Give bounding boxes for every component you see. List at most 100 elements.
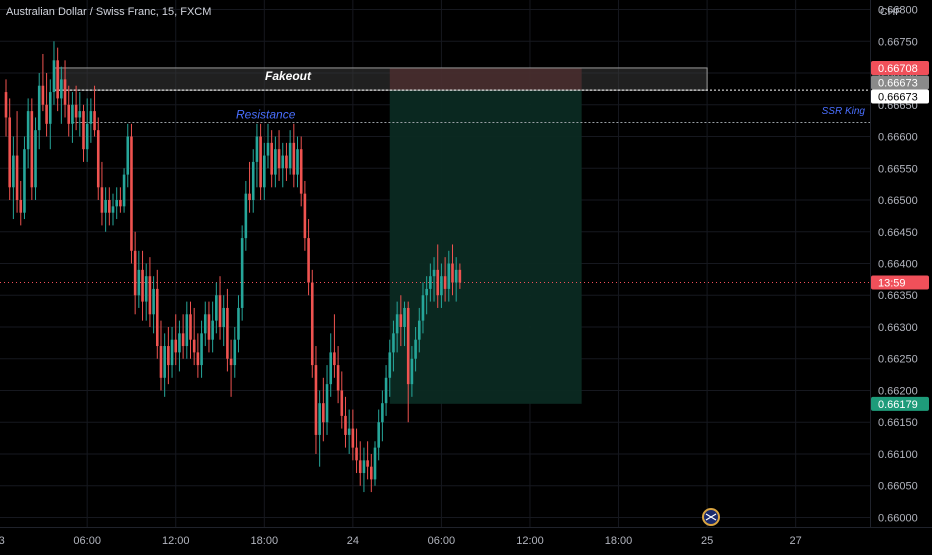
candle-body (148, 276, 152, 315)
chart-title: Australian Dollar / Swiss Franc, 15, FXC… (6, 6, 211, 18)
candle-body (263, 155, 266, 188)
candle-body (52, 60, 56, 93)
ssr-king-label: SSR King (822, 106, 866, 117)
candle-body (274, 149, 277, 175)
candle-body (229, 358, 233, 366)
candle-body (310, 282, 314, 366)
candle-body (281, 155, 285, 169)
time-tick-label: 18:00 (605, 535, 633, 547)
time-axis[interactable]: 23 06:00 12:00 18:00 24 06:00 12:00 18:00 25 27 (0, 527, 932, 548)
price-tick-label: 0.66450 (878, 227, 918, 239)
candlestick-chart[interactable]: Fakeout Resistance SSR King 0.66800 0.66750… (0, 0, 932, 550)
candle-body (244, 193, 248, 239)
candle-body (381, 403, 384, 423)
candle-body (362, 460, 366, 474)
candle-body (421, 295, 425, 321)
candle-body (259, 136, 262, 188)
candle-body (119, 200, 122, 207)
candle-body (152, 288, 155, 315)
candle-body (203, 314, 207, 334)
position-tool[interactable] (389, 67, 582, 404)
candle-body (115, 200, 118, 207)
price-tick-label: 0.66100 (878, 449, 918, 461)
price-tick-label: 0.66750 (878, 36, 918, 48)
candle-body (26, 111, 30, 150)
time-tick-label: 23 (0, 535, 5, 547)
candle-body (89, 111, 93, 124)
candle-body (370, 466, 373, 480)
fakeout-box[interactable] (53, 67, 708, 91)
candle-body (288, 142, 292, 169)
price-tick-label: 0.66200 (878, 385, 918, 397)
candle-body (56, 60, 59, 99)
country-flag-icon[interactable] (702, 508, 720, 526)
price-tick-label: 0.66300 (878, 322, 918, 334)
time-tick-label: 06:00 (428, 535, 456, 547)
candle-body (100, 187, 104, 213)
price-tick-label: 0.66500 (878, 195, 918, 207)
candle-body (325, 384, 329, 423)
candle-body (41, 85, 45, 105)
candle-body (388, 352, 392, 378)
candle-body (358, 460, 362, 474)
candle-body (192, 339, 196, 353)
price-tag-label: 0.66708 (878, 63, 918, 75)
candle-body (410, 358, 414, 385)
candle-body (82, 111, 85, 150)
candle-body (78, 111, 82, 118)
take-profit-zone[interactable] (389, 90, 582, 404)
candle-body (215, 295, 218, 321)
candle-body (399, 314, 403, 327)
candle-body (344, 415, 347, 435)
candle-body (104, 200, 107, 213)
candle-body (170, 339, 174, 366)
price-tag-label: 13:59 (878, 278, 906, 290)
candle-body (60, 79, 63, 99)
time-tick-label: 12:00 (516, 535, 544, 547)
price-tick-label: 0.66250 (878, 354, 918, 366)
price-tick-label: 0.66350 (878, 290, 918, 302)
candle-body (226, 307, 229, 359)
candle-body (233, 339, 237, 366)
candle-body (133, 250, 137, 296)
price-tick-label: 0.66000 (878, 512, 918, 524)
candle-body (71, 104, 74, 124)
candle-body (248, 193, 251, 201)
price-tag-label: 0.66673 (878, 78, 918, 90)
candle-body (4, 92, 8, 118)
resistance-label: Resistance (236, 108, 296, 122)
candle-body (196, 352, 200, 366)
price-tick-label: 0.66600 (878, 132, 918, 144)
candle-body (355, 447, 358, 461)
candle-body (126, 136, 130, 175)
candle-body (270, 142, 273, 175)
candle-body (130, 136, 133, 251)
candle-body (207, 314, 211, 340)
candle-body (299, 149, 303, 194)
candle-body (336, 365, 340, 391)
candle-body (15, 155, 19, 201)
candle-body (12, 155, 15, 188)
candle-body (163, 346, 166, 378)
candle-body (296, 149, 299, 175)
candle-body (189, 314, 192, 340)
candle-body (93, 111, 96, 131)
price-tick-label: 0.66550 (878, 163, 918, 175)
chart-canvas[interactable]: FakeoutResistance SSR King 0.668000.66750… (0, 0, 932, 550)
time-tick-label: 06:00 (73, 535, 101, 547)
candle-body (181, 333, 185, 347)
candle-body (37, 85, 41, 131)
candle-body (137, 269, 141, 296)
candle-body (458, 269, 462, 283)
candle-body (432, 269, 436, 277)
candle-body (333, 352, 336, 366)
candle-body (48, 92, 52, 124)
time-tick-label: 18:00 (251, 535, 279, 547)
candle-body (218, 295, 222, 327)
candle-body (167, 346, 170, 366)
price-tick-label: 0.66400 (878, 259, 918, 271)
candle-body (251, 161, 255, 201)
candle-body (366, 460, 369, 467)
time-tick-label: 24 (347, 535, 359, 547)
candle-body (392, 333, 395, 353)
